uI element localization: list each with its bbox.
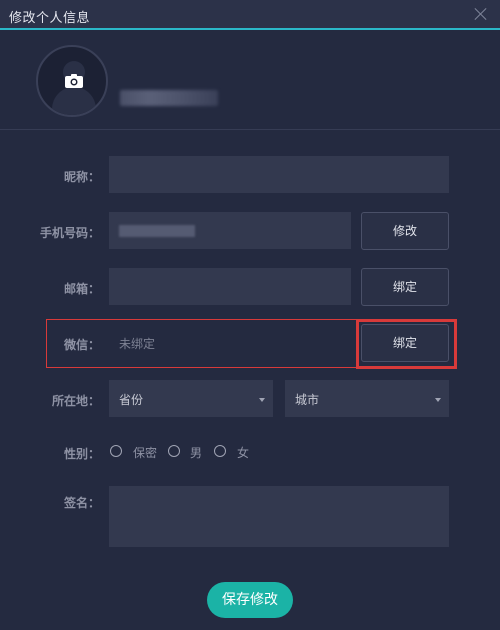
city-select[interactable]: 城市 (285, 380, 449, 417)
gender-option-female: 女 (237, 446, 250, 460)
province-select[interactable]: 省份 (109, 380, 273, 417)
city-value: 城市 (295, 393, 320, 407)
gender-radio-secret[interactable] (110, 445, 122, 457)
save-button[interactable]: 保存修改 (207, 582, 293, 618)
gender-label: 性别： (63, 447, 100, 461)
gender-radio-female[interactable] (214, 445, 226, 457)
gender-radio-male[interactable] (168, 445, 180, 457)
gender-option-secret: 保密 (133, 446, 158, 460)
phone-input (109, 212, 351, 249)
camera-icon[interactable] (65, 74, 83, 88)
avatar-body-silhouette (52, 87, 96, 115)
signature-textarea[interactable] (109, 486, 449, 547)
chevron-down-icon (435, 398, 441, 402)
chevron-down-icon (259, 398, 265, 402)
gender-option-male: 男 (190, 446, 203, 460)
profile-header (0, 32, 500, 130)
email-label: 邮箱： (63, 282, 100, 296)
close-icon[interactable] (474, 7, 488, 21)
avatar[interactable] (36, 45, 108, 117)
phone-label: 手机号码： (39, 226, 100, 240)
location-label: 所在地： (51, 394, 100, 408)
nickname-label: 昵称： (63, 170, 100, 184)
province-value: 省份 (119, 393, 144, 407)
phone-modify-button[interactable]: 修改 (361, 212, 449, 250)
wechat-row-highlight (46, 319, 357, 368)
username-redacted (120, 90, 218, 106)
email-input[interactable] (109, 268, 351, 305)
email-bind-button[interactable]: 绑定 (361, 268, 449, 306)
window-title: 修改个人信息 (9, 11, 91, 26)
title-bar: 修改个人信息 (0, 0, 500, 30)
nickname-input[interactable] (109, 156, 449, 193)
phone-redacted (119, 225, 195, 237)
signature-label: 签名： (63, 496, 100, 510)
wechat-button-highlight (356, 319, 457, 369)
